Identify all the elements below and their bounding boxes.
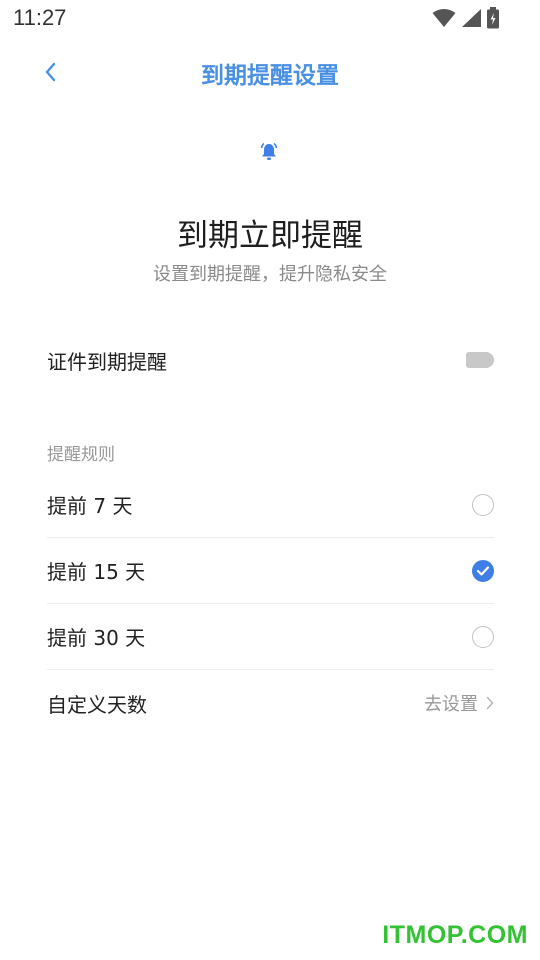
checkmark-icon — [476, 565, 490, 576]
option-row-15-days[interactable]: 提前 15 天 — [47, 538, 494, 604]
custom-days-action[interactable]: 去设置 — [424, 690, 494, 716]
expiry-toggle-switch[interactable] — [466, 352, 494, 368]
wifi-icon — [432, 9, 456, 27]
bell-icon — [260, 142, 278, 160]
signal-icon — [462, 9, 481, 27]
option-row-30-days[interactable]: 提前 30 天 — [47, 604, 494, 670]
radio-unchecked-icon[interactable] — [472, 493, 494, 516]
page-title: 到期提醒设置 — [201, 63, 339, 89]
custom-days-row[interactable]: 自定义天数 去设置 — [47, 670, 494, 736]
option-row-7-days[interactable]: 提前 7 天 — [47, 472, 494, 538]
battery-icon — [487, 7, 499, 29]
rules-section-label: 提醒规则 — [47, 445, 115, 465]
custom-days-action-label: 去设置 — [424, 694, 478, 715]
status-icons — [432, 7, 500, 29]
status-bar: 11:27 — [0, 0, 540, 36]
radio-unchecked-icon[interactable] — [472, 625, 494, 648]
radio-checked-icon[interactable] — [472, 559, 494, 582]
option-label: 提前 15 天 — [47, 560, 146, 584]
nav-bar: 到期提醒设置 — [0, 46, 540, 98]
custom-days-label: 自定义天数 — [47, 692, 147, 717]
status-time: 11:27 — [13, 5, 67, 30]
expiry-toggle-label: 证件到期提醒 — [47, 349, 167, 374]
hero-subtitle: 设置到期提醒，提升隐私安全 — [153, 264, 387, 285]
expiry-toggle-row: 证件到期提醒 — [47, 340, 494, 380]
hero-title: 到期立即提醒 — [177, 218, 363, 254]
chevron-right-icon — [486, 696, 494, 710]
watermark: ITMOP.COM — [382, 921, 528, 949]
option-label: 提前 30 天 — [47, 626, 146, 650]
option-label: 提前 7 天 — [47, 494, 133, 518]
